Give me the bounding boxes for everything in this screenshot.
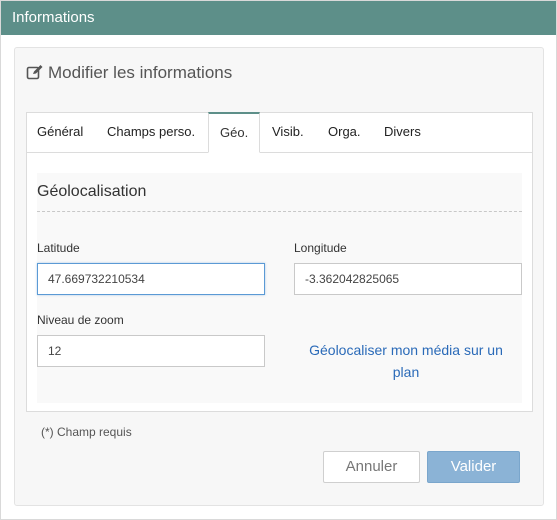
tab-organisation[interactable]: Orga. <box>328 113 361 153</box>
tab-general[interactable]: Général <box>37 113 83 153</box>
geolocate-on-map-link[interactable]: Géolocaliser mon média sur un plan <box>306 339 506 383</box>
tab-custom-fields[interactable]: Champs perso. <box>107 113 195 153</box>
edit-panel: Modifier les informations Général Champs… <box>14 47 544 506</box>
tab-misc[interactable]: Divers <box>384 113 421 153</box>
tab-geo[interactable]: Géo. <box>208 112 261 153</box>
panel-title-text: Modifier les informations <box>48 63 233 82</box>
tab-bar: Général Champs perso. Géo. Visib. Orga. … <box>27 112 532 153</box>
zoom-label: Niveau de zoom <box>37 313 124 327</box>
section-divider <box>37 211 522 212</box>
latitude-label: Latitude <box>37 241 80 255</box>
longitude-label: Longitude <box>294 241 347 255</box>
required-note: (*) Champ requis <box>41 425 132 439</box>
cancel-button[interactable]: Annuler <box>323 451 420 483</box>
latitude-input[interactable] <box>37 263 265 295</box>
tab-visibility[interactable]: Visib. <box>272 113 304 153</box>
zoom-input[interactable] <box>37 335 265 367</box>
panel-title: Modifier les informations <box>26 62 232 84</box>
edit-icon <box>26 64 44 82</box>
window-title: Informations <box>1 1 556 35</box>
longitude-input[interactable] <box>294 263 522 295</box>
submit-button[interactable]: Valider <box>427 451 520 483</box>
geo-tab-pane: Géolocalisation Latitude Longitude Nivea… <box>37 173 522 403</box>
tab-container: Général Champs perso. Géo. Visib. Orga. … <box>26 112 533 412</box>
informations-dialog: Informations Modifier les informations G… <box>0 0 557 520</box>
section-title: Géolocalisation <box>37 183 147 200</box>
